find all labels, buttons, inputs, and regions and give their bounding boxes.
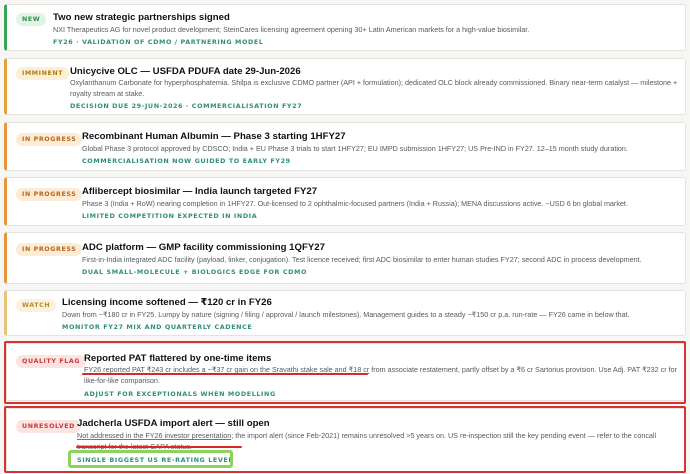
catalyst-card-albumin[interactable]: IN PROGRESS Recombinant Human Albumin — … — [4, 122, 686, 171]
catalyst-card-licensing[interactable]: WATCH Licensing income softened — ₹120 c… — [4, 290, 686, 336]
card-body: First-in-India integrated ADC facility (… — [82, 255, 642, 264]
card-body: NXI Therapeutics AG for novel product de… — [53, 25, 530, 34]
catalyst-card-new[interactable]: NEW Two new strategic partnerships signe… — [4, 4, 686, 51]
card-footer: LIMITED COMPETITION EXPECTED IN INDIA — [82, 212, 258, 220]
card-title: Unicycive OLC — USFDA PDUFA date 29-Jun-… — [70, 66, 301, 77]
card-title: Two new strategic partnerships signed — [53, 12, 230, 23]
status-badge: IN PROGRESS — [16, 188, 83, 201]
card-title: ADC platform — GMP facility commissionin… — [82, 242, 325, 253]
card-footer: FY26 · VALIDATION OF CDMO / PARTNERING M… — [53, 38, 264, 46]
card-body: Phase 3 (India + RoW) nearing completion… — [82, 199, 628, 208]
unresolved-underline-mark — [76, 446, 242, 448]
status-badge: WATCH — [16, 299, 57, 312]
card-footer: DUAL SMALL-MOLECULE + BIOLOGICS EDGE FOR… — [82, 268, 308, 276]
status-badge: IN PROGRESS — [16, 133, 83, 146]
catalyst-card-imminent[interactable]: IMMINENT Unicycive OLC — USFDA PDUFA dat… — [4, 58, 686, 115]
card-title: Licensing income softened — ₹120 cr in F… — [62, 297, 272, 308]
status-badge: IMMINENT — [16, 67, 70, 80]
status-badge: IN PROGRESS — [16, 243, 83, 256]
status-badge: NEW — [16, 13, 47, 26]
catalyst-card-adc[interactable]: IN PROGRESS ADC platform — GMP facility … — [4, 232, 686, 284]
rerating-lever-highlight-box — [68, 450, 233, 468]
card-footer: DECISION DUE 29-JUN-2026 · COMMERCIALISA… — [70, 102, 303, 110]
card-title: Recombinant Human Albumin — Phase 3 star… — [82, 131, 346, 142]
card-title: Aflibercept biosimilar — India launch ta… — [82, 186, 318, 197]
card-body: Oxylanthanum Carbonate for hyperphosphat… — [70, 78, 678, 98]
catalyst-card-aflibercept[interactable]: IN PROGRESS Aflibercept biosimilar — Ind… — [4, 177, 686, 226]
card-body: Global Phase 3 protocol approved by CDSC… — [82, 144, 628, 153]
catalyst-list: NEW Two new strategic partnerships signe… — [0, 0, 690, 474]
card-footer: MONITOR FY27 MIX AND QUARTERLY CADENCE — [62, 323, 253, 331]
card-footer: COMMERCIALISATION NOW GUIDED TO EARLY FY… — [82, 157, 291, 165]
card-body: Down from ~₹180 cr in FY25. Lumpy by nat… — [62, 310, 630, 319]
quality-flag-underline-mark — [82, 373, 368, 375]
